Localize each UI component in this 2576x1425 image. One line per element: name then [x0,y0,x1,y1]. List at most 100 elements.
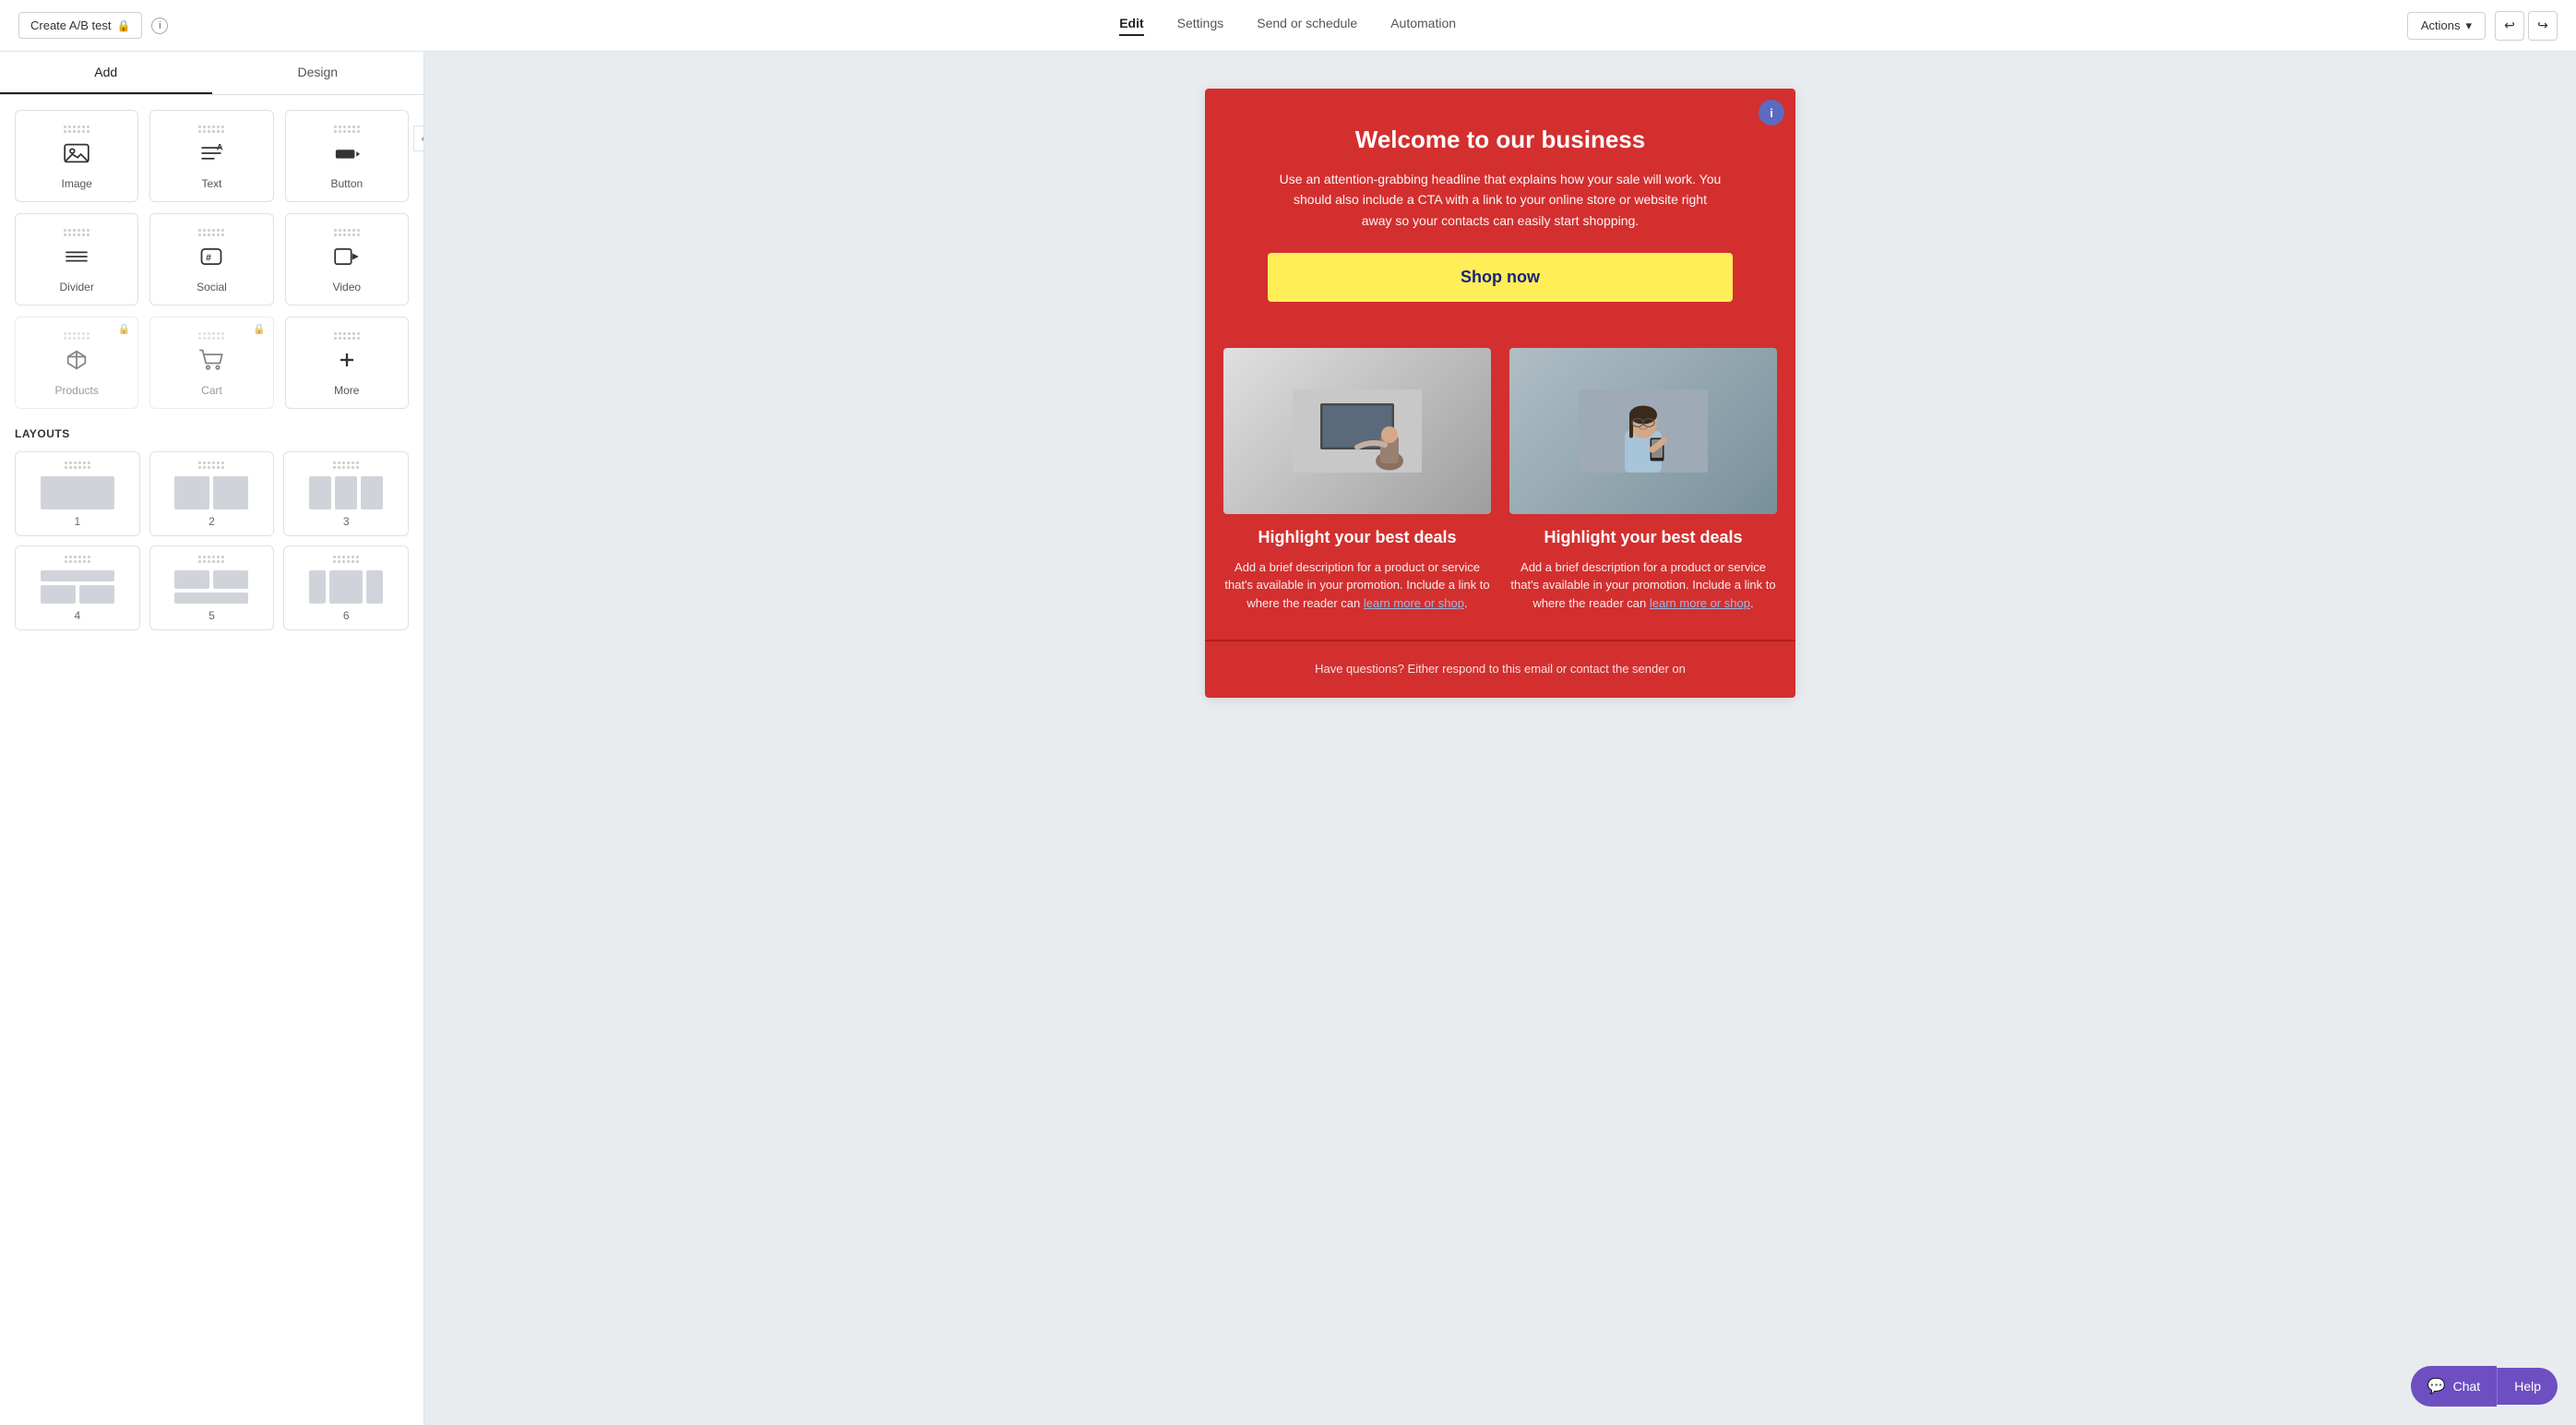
product-link-2[interactable]: learn more or shop [1650,596,1750,610]
social-icon: # [198,245,224,273]
top-navigation: Create A/B test 🔒 i Edit Settings Send o… [0,0,2576,52]
undo-redo-group: ↩ ↪ [2495,11,2558,41]
layout-6-preview [309,570,383,604]
more-label: More [334,384,359,397]
layouts-grid: 1 2 [15,451,409,630]
add-item-social[interactable]: # Social [149,213,273,305]
svg-text:#: # [207,253,212,264]
layout-6-label: 6 [343,609,350,622]
layout-3-label: 3 [343,515,350,528]
layout-6[interactable]: 6 [283,545,409,630]
sidebar-tab-add[interactable]: Add [0,52,212,94]
more-icon [334,349,360,377]
undo-button[interactable]: ↩ [2495,11,2524,41]
add-item-more[interactable]: More [285,317,409,409]
email-products: Highlight your best deals Add a brief de… [1205,329,1795,640]
cart-lock-icon: 🔒 [253,323,266,335]
tab-edit[interactable]: Edit [1119,16,1143,36]
layout-5-preview [174,570,248,604]
help-label: Help [2514,1379,2541,1394]
tab-send-schedule[interactable]: Send or schedule [1257,16,1357,36]
add-item-video[interactable]: Video [285,213,409,305]
chevron-down-icon: ▾ [2465,18,2472,33]
layout-4-preview [41,570,114,604]
add-item-image[interactable]: Image [15,110,138,202]
social-label: Social [197,281,227,293]
collapse-sidebar-button[interactable]: « [413,126,424,151]
divider-icon [64,245,89,273]
divider-label: Divider [59,281,93,293]
email-subtitle: Use an attention-grabbing headline that … [1279,169,1722,231]
cart-label: Cart [201,384,222,397]
tab-automation[interactable]: Automation [1390,16,1456,36]
products-label: Products [54,384,98,397]
product-image-1 [1223,348,1491,514]
email-preview: i Welcome to our business Use an attenti… [1205,89,1795,698]
products-lock-icon: 🔒 [118,323,131,335]
sidebar-tab-design[interactable]: Design [212,52,424,94]
help-button[interactable]: Help [2497,1368,2558,1405]
add-item-button[interactable]: Button [285,110,409,202]
actions-label: Actions [2421,18,2461,32]
layout-2-label: 2 [209,515,215,528]
layout-1-label: 1 [74,515,80,528]
product-heading-1: Highlight your best deals [1223,527,1491,548]
product-desc-2: Add a brief description for a product or… [1509,558,1777,613]
chat-button[interactable]: 💬 Chat [2411,1366,2498,1407]
actions-button[interactable]: Actions ▾ [2407,12,2486,40]
sidebar: « Add Design Image [0,52,424,1425]
create-ab-test-button[interactable]: Create A/B test 🔒 [18,12,142,39]
sidebar-content: Image A Text [0,95,423,645]
product-card-2: Highlight your best deals Add a brief de… [1509,348,1777,612]
nav-left: Create A/B test 🔒 i [18,12,168,39]
layout-3-preview [309,476,383,509]
layout-5-label: 5 [209,609,215,622]
content-area: i Welcome to our business Use an attenti… [424,52,2576,1425]
add-item-text[interactable]: A Text [149,110,273,202]
layout-2[interactable]: 2 [149,451,275,536]
product-link-1[interactable]: learn more or shop [1364,596,1464,610]
layout-1[interactable]: 1 [15,451,140,536]
shop-now-button[interactable]: Shop now [1268,253,1733,302]
tab-settings[interactable]: Settings [1177,16,1224,36]
add-items-grid: Image A Text [15,110,409,409]
layout-2-preview [174,476,248,509]
create-ab-label: Create A/B test [30,18,111,32]
svg-text:A: A [217,143,223,152]
add-item-products[interactable]: 🔒 Products [15,317,138,409]
layouts-section: LAYOUTS 1 [15,427,409,630]
layout-4-label: 4 [74,609,80,622]
sidebar-tabs: Add Design [0,52,423,95]
lock-icon: 🔒 [116,19,130,32]
email-title: Welcome to our business [1242,126,1759,154]
nav-right: Actions ▾ ↩ ↪ [2407,11,2558,41]
info-icon[interactable]: i [151,18,168,34]
image-label: Image [61,177,91,190]
chat-icon: 💬 [2427,1377,2446,1395]
products-icon [64,349,89,377]
product-desc-1: Add a brief description for a product or… [1223,558,1491,613]
chat-label: Chat [2453,1379,2481,1394]
add-item-divider[interactable]: Divider [15,213,138,305]
layout-3[interactable]: 3 [283,451,409,536]
button-label: Button [330,177,363,190]
nav-tabs: Edit Settings Send or schedule Automatio… [1119,16,1456,36]
product-heading-2: Highlight your best deals [1509,527,1777,548]
text-icon: A [198,142,224,170]
video-icon [334,245,360,273]
button-icon [334,142,360,170]
product-image-2 [1509,348,1777,514]
layout-1-preview [41,476,114,509]
layout-4[interactable]: 4 [15,545,140,630]
main-layout: « Add Design Image [0,52,2576,1425]
image-icon [64,142,89,170]
email-header: i Welcome to our business Use an attenti… [1205,89,1795,329]
email-info-badge[interactable]: i [1759,100,1784,126]
email-footer: Have questions? Either respond to this e… [1205,640,1795,698]
cart-icon [198,349,224,377]
add-item-cart[interactable]: 🔒 Cart [149,317,273,409]
redo-button[interactable]: ↪ [2528,11,2558,41]
email-footer-text: Have questions? Either respond to this e… [1242,660,1759,679]
layout-5[interactable]: 5 [149,545,275,630]
video-label: Video [333,281,361,293]
